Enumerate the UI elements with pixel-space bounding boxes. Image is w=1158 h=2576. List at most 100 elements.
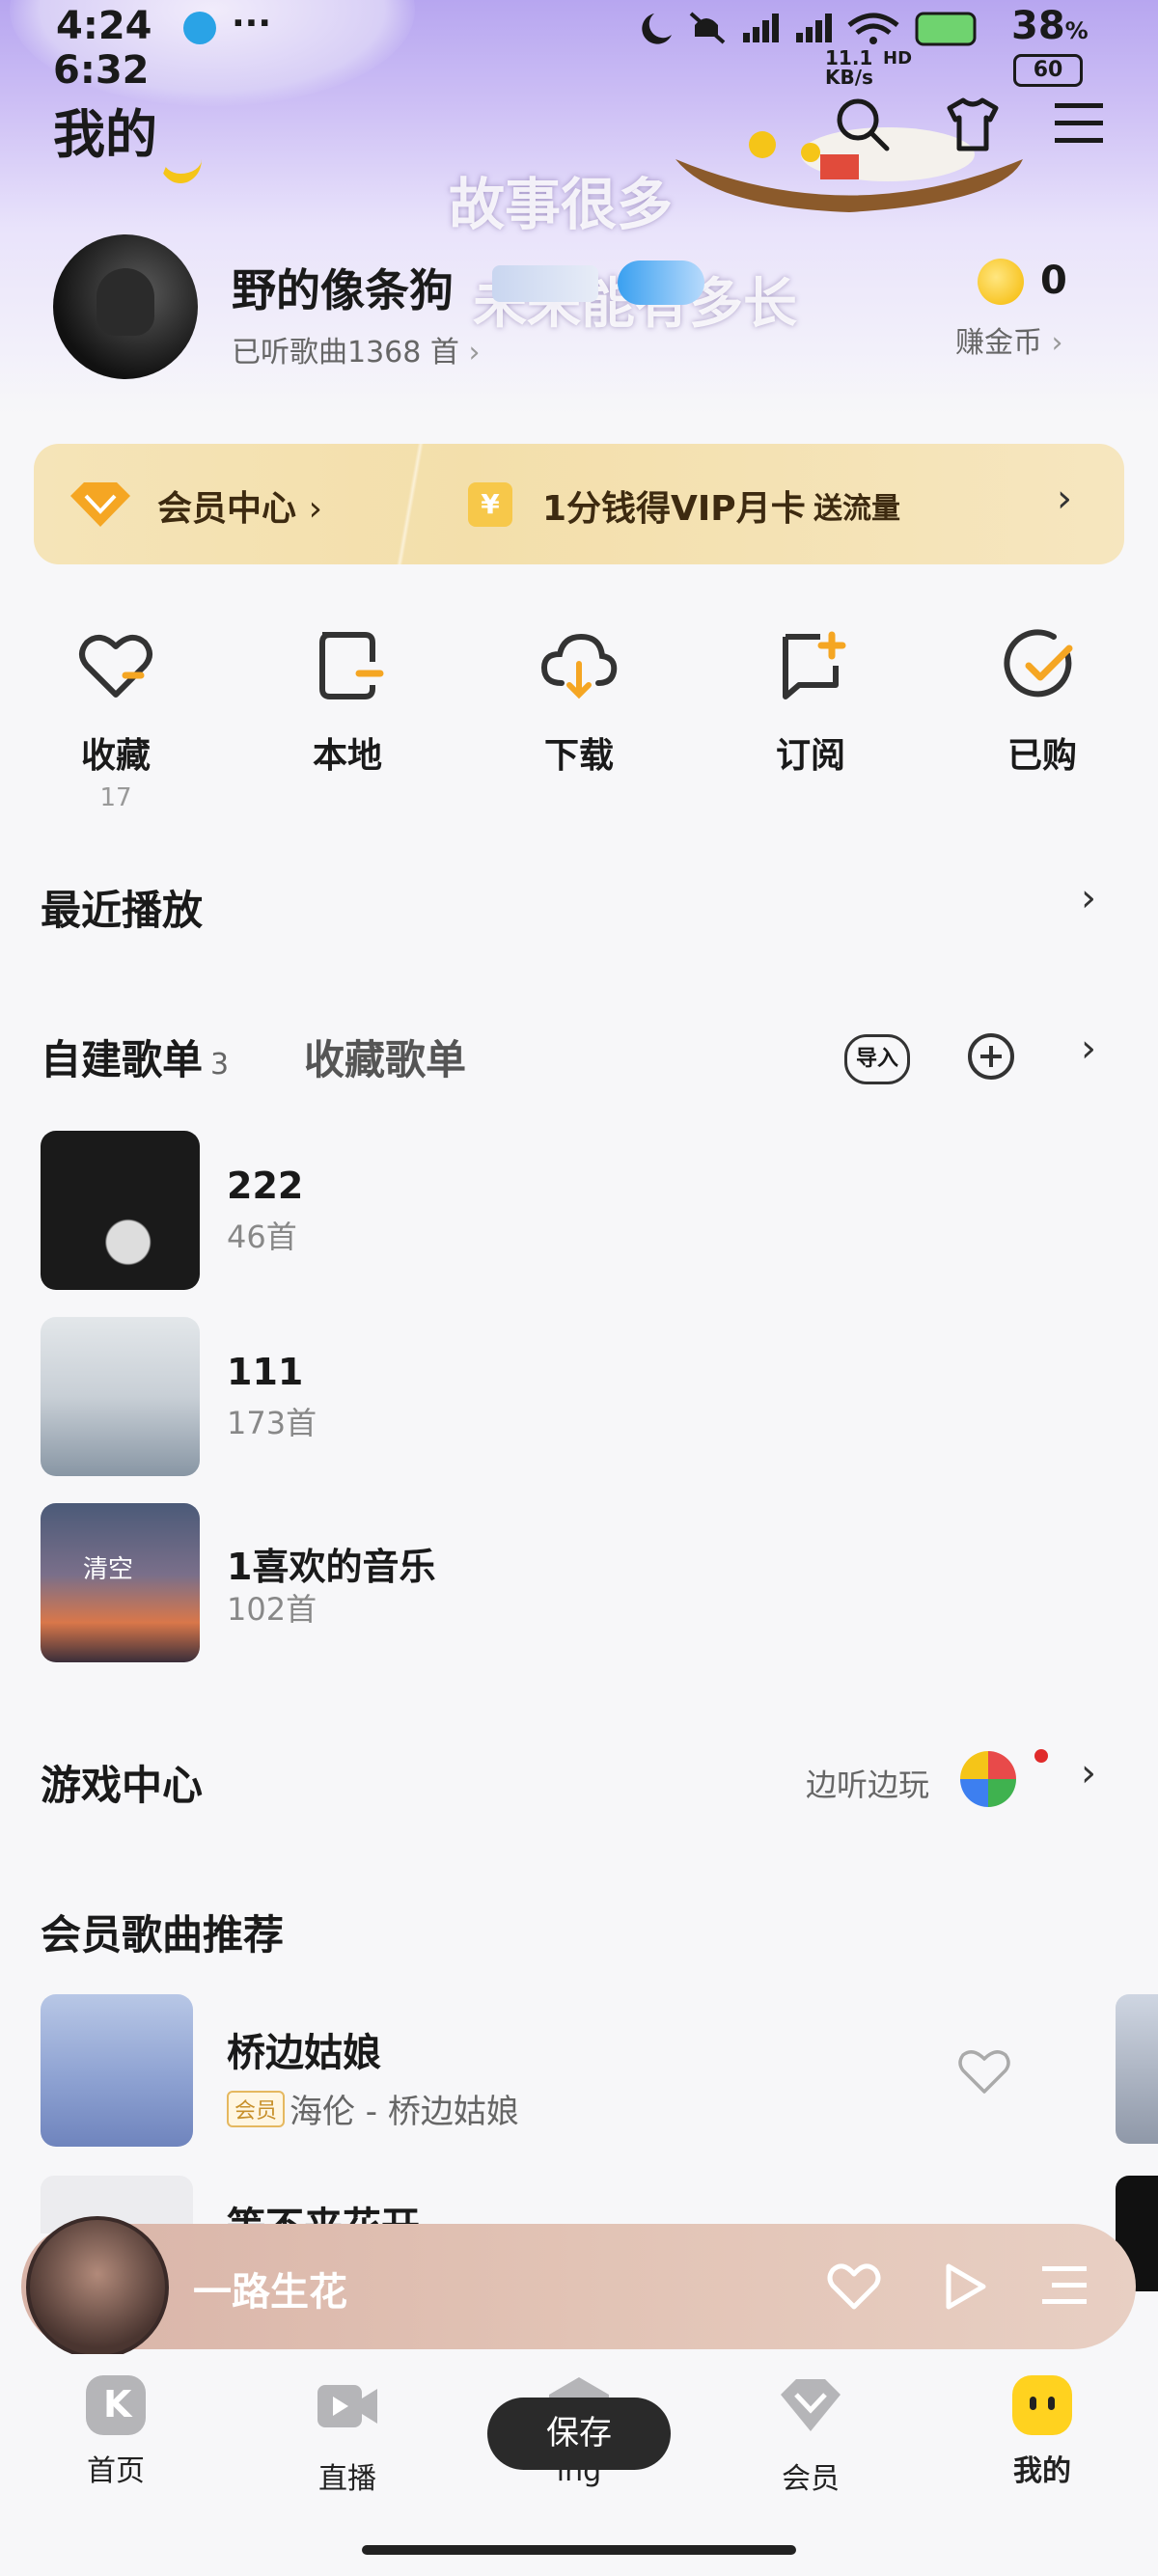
heart-icon [79,634,152,698]
page-title: 我的 [53,104,157,165]
vip-diamond-icon [781,2379,841,2431]
heart-icon[interactable] [827,2261,881,2311]
hd-label: HD [883,48,913,69]
username[interactable]: 野的像条狗 [232,256,454,319]
purchased-check-icon [1004,629,1073,698]
quick-subscribe[interactable]: 订阅 [743,627,878,778]
recent-play-row[interactable]: 最近播放 › [0,868,1158,945]
yuan-coupon-icon: ¥ [468,482,512,527]
tab-label: 我的 [1013,2454,1071,2488]
local-phone-icon [319,632,384,699]
playlist-name: 1喜欢的音乐 [227,1546,436,1588]
tab-created-playlists[interactable]: 自建歌单 3 [41,1028,229,1086]
status-time-overlay: 6:32 [53,48,150,93]
list-item[interactable]: 222 46首 [41,1131,1121,1290]
quick-label: 已购 [1006,736,1077,776]
recommend-title: 会员歌曲推荐 [41,1911,285,1959]
recent-title: 最近播放 [41,887,204,934]
live-video-icon [317,2385,377,2427]
vip-banner-divider [391,444,429,564]
battery-percent-value: 38 [1011,4,1065,48]
chevron-right-icon: › [308,489,322,529]
status-time: 4:24 [56,4,152,48]
vip-banner[interactable]: 会员中心 › ¥ 1分钱得VIP月卡 送流量 › [34,444,1124,564]
notification-dot [1034,1749,1048,1763]
telegram-icon [183,12,216,44]
song-cover [41,1994,193,2147]
member-center-link[interactable]: 会员中心 › [157,480,322,531]
crescent-icon [159,135,202,183]
home-k-icon: K [86,2375,146,2435]
playlist-cover [41,1131,200,1290]
mini-player[interactable]: 一路生花 [21,2216,1136,2359]
quick-label: 订阅 [775,736,845,776]
net-speed: 11.1 KB/s [825,46,873,89]
list-item[interactable]: 111 173首 [41,1317,1121,1476]
song-title: 桥边姑娘 [227,2031,381,2075]
lyric-line-1: 故事很多 [449,172,674,237]
song-row[interactable]: 桥边姑娘 会员 海伦 - 桥边姑娘 [41,1994,1092,2149]
coin-count: 0 [1040,259,1067,303]
playlist-name: 222 [227,1165,304,1207]
playlist-queue-icon[interactable] [1042,2264,1090,2307]
home-indicator[interactable] [362,2545,796,2555]
quick-count: 17 [99,783,132,812]
quick-purchased[interactable]: 已购 [975,627,1110,778]
battery-secondary: 60 [1013,54,1083,87]
tab-collected-playlists[interactable]: 收藏歌单 [304,1028,466,1086]
chevron-right-icon: › [1081,1751,1096,1795]
tab-label: 直播 [318,2462,376,2496]
subscribe-icon [783,631,846,699]
game-center-row[interactable]: 游戏中心 边听边玩 › [0,1741,1158,1819]
quick-download[interactable]: 下载 [511,627,647,778]
quick-label: 下载 [543,736,614,776]
signal-icon [743,14,832,42]
member-badge: 会员 [227,2091,286,2127]
more-dots-icon: ··· [232,4,272,43]
skin-shirt-icon[interactable] [944,96,1002,152]
battery-percent-suffix: % [1064,17,1089,44]
save-toast[interactable]: 保存 [487,2398,671,2470]
status-icons [642,12,977,46]
wifi-icon [847,13,899,36]
gold-coin-icon [978,259,1024,305]
listened-count[interactable]: 已听歌曲1368 首 › [232,328,480,370]
earn-coins-link[interactable]: 赚金币 › [955,318,1063,361]
chevron-right-icon: › [468,336,481,370]
search-icon[interactable] [835,96,891,152]
cover-text: 清空 [83,1555,134,1584]
song-artist: 海伦 - 桥边姑娘 [290,2093,519,2131]
chevron-right-icon[interactable]: › [1057,477,1072,521]
add-playlist-icon[interactable] [967,1032,1015,1081]
vip-offer-extra: 送流量 [813,492,900,526]
battery-icon [915,12,977,46]
tab-label: 首页 [87,2454,145,2488]
avatar[interactable] [53,234,198,379]
playlist-cover: 清空 [41,1503,200,1662]
chevron-right-icon: › [1051,326,1063,360]
listened-label: 已听歌曲1368 首 [232,336,459,370]
quick-favorites[interactable]: 收藏 17 [48,627,183,812]
tab-mine[interactable]: 我的 [975,2375,1110,2489]
playlist-cover [41,1317,200,1476]
list-item[interactable]: 清空 1喜欢的音乐 102首 [41,1503,1121,1662]
earn-coins-label: 赚金币 [955,326,1042,360]
tab-live[interactable]: 直播 [280,2375,415,2497]
chevron-right-icon[interactable]: › [1081,1027,1096,1071]
game-cube-icon [960,1751,1016,1807]
tab-vip[interactable]: 会员 [743,2375,878,2497]
heart-outline-icon[interactable] [957,2047,1011,2096]
vip-offer-text: 1分钱得VIP月卡 [542,489,806,529]
tab-created-label: 自建歌单 [41,1036,204,1083]
now-playing-title: 一路生花 [193,2270,347,2315]
next-page-cover [1116,1994,1158,2144]
quick-local[interactable]: 本地 [280,627,415,778]
game-tagline: 边听边玩 [806,1767,930,1803]
play-icon[interactable] [943,2262,987,2311]
import-button[interactable]: 导入 [844,1034,910,1084]
quick-label: 本地 [312,736,382,776]
chevron-right-icon: › [1081,876,1096,920]
cloud-download-icon [540,633,618,699]
tab-home[interactable]: K 首页 [48,2375,183,2489]
menu-icon[interactable] [1055,99,1103,148]
